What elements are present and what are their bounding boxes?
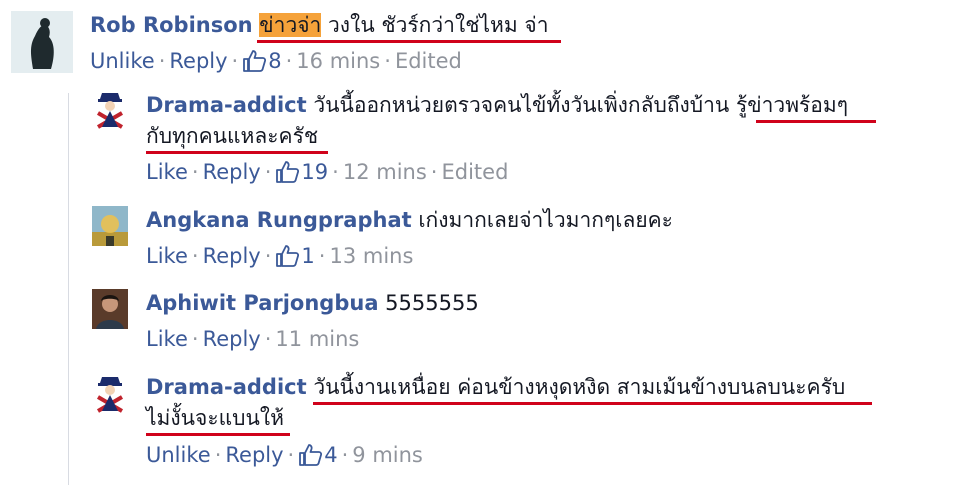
avatar-image [92, 373, 128, 413]
avatar-image [92, 89, 128, 129]
red-underline [146, 433, 290, 436]
comment-author[interactable]: Rob Robinson [90, 13, 253, 37]
avatar[interactable] [92, 89, 128, 129]
thumbs-up-icon [243, 50, 267, 72]
unlike-link[interactable]: Unlike [146, 443, 211, 467]
red-underline [146, 151, 328, 154]
reply-link[interactable]: Reply [169, 49, 227, 73]
avatar-image [92, 206, 128, 246]
comment-actions: Like · Reply · 11 mins [146, 327, 360, 351]
underlined-text: ไม่งั้นจะแบนให้ [146, 406, 284, 430]
like-count[interactable]: 4 [298, 443, 338, 467]
comment-text: Rob Robinson ข่าวจ่า วงใน ชัวร์กว่าใช่ไห… [90, 10, 549, 40]
avatar-image [11, 11, 73, 73]
comment-body: วงใน ชัวร์กว่าใช่ไหม จ่า [321, 13, 549, 37]
underlined-text: วันนี้งานเหนื่อย ค่อนข้างหงุดหงิด สามเม้… [313, 375, 846, 399]
comment-author[interactable]: Drama-addict [146, 93, 307, 117]
highlighted-text: ข่าวจ่า [259, 13, 322, 37]
reply-link[interactable]: Reply [203, 327, 261, 351]
timestamp[interactable]: 13 mins [329, 244, 413, 268]
comment-author[interactable]: Drama-addict [146, 375, 307, 399]
comment-author[interactable]: Aphiwit Parjongbua [146, 291, 379, 315]
comment-text: Aphiwit Parjongbua 5555555 [146, 288, 479, 318]
reply-link[interactable]: Reply [203, 160, 261, 184]
timestamp[interactable]: 11 mins [275, 327, 359, 351]
avatar[interactable] [92, 373, 128, 413]
comment-text: Drama-addict วันนี้ออกหน่วยตรวจคนไข้ทั้ง… [146, 90, 848, 120]
avatar[interactable] [92, 289, 128, 329]
comment-body: วันนี้ออกหน่วยตรวจคนไข้ทั้งวันเพิ่งกลับถ… [306, 93, 736, 117]
comment-text-line2: กับทุกคนแหละครัช [146, 121, 318, 151]
comment-text: Angkana Rungpraphat เก่งมากเลยจ่าไวมากๆเ… [146, 205, 673, 235]
timestamp[interactable]: 16 mins [296, 49, 380, 73]
comment-actions: Unlike · Reply · 8 · 16 mins · Edited [90, 49, 462, 73]
underlined-text: รู้ข่าวพร้อมๆ [735, 93, 849, 117]
red-underline [756, 120, 876, 123]
like-count[interactable]: 8 [242, 49, 282, 73]
underlined-text: กับทุกคนแหละครัช [146, 124, 319, 148]
comment-actions: Unlike · Reply · 4 · 9 mins [146, 443, 423, 467]
red-underline [313, 402, 872, 405]
like-link[interactable]: Like [146, 244, 188, 268]
timestamp[interactable]: 12 mins [343, 160, 427, 184]
edited-label[interactable]: Edited [395, 49, 462, 73]
comment-actions: Like · Reply · 19 · 12 mins · Edited [146, 160, 509, 184]
red-underline [257, 40, 561, 43]
comment-text-line2: ไม่งั้นจะแบนให้ [146, 403, 284, 433]
avatar[interactable] [11, 11, 73, 73]
timestamp[interactable]: 9 mins [352, 443, 423, 467]
unlike-link[interactable]: Unlike [90, 49, 155, 73]
avatar[interactable] [92, 206, 128, 246]
thumbs-up-icon [299, 444, 323, 466]
avatar-image [92, 289, 128, 329]
like-count[interactable]: 1 [275, 244, 315, 268]
edited-label[interactable]: Edited [441, 160, 508, 184]
reply-link[interactable]: Reply [203, 244, 261, 268]
like-count[interactable]: 19 [275, 160, 328, 184]
comment-body: 5555555 [378, 291, 479, 315]
comment-actions: Like · Reply · 1 · 13 mins [146, 244, 414, 268]
like-link[interactable]: Like [146, 160, 188, 184]
comment-author[interactable]: Angkana Rungpraphat [146, 208, 412, 232]
thumbs-up-icon [276, 245, 300, 267]
thumbs-up-icon [276, 161, 300, 183]
reply-link[interactable]: Reply [225, 443, 283, 467]
comment-body: เก่งมากเลยจ่าไวมากๆเลยคะ [411, 208, 673, 232]
comment-text: Drama-addict วันนี้งานเหนื่อย ค่อนข้างหง… [146, 372, 845, 402]
like-link[interactable]: Like [146, 327, 188, 351]
reply-thread-line [68, 93, 69, 485]
